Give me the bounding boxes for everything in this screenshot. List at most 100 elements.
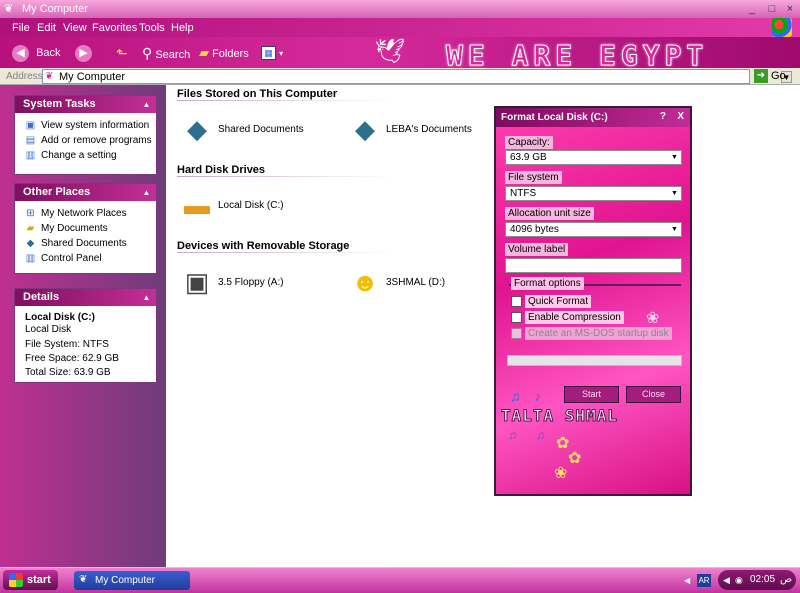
windows-flag-icon — [9, 573, 23, 587]
info-icon: ▣ — [25, 120, 36, 131]
allocation-size-value: 4096 bytes — [510, 224, 559, 235]
search-button[interactable]: ⚲ Search — [142, 44, 190, 62]
dropdown-arrow-icon[interactable]: ▼ — [670, 152, 679, 163]
tray-volume-icon[interactable]: ◉ — [735, 574, 747, 586]
views-dropdown-icon: ▾ — [279, 49, 284, 58]
item-local-disk-c[interactable]: ▬ Local Disk (C:) — [180, 189, 330, 223]
language-indicator[interactable]: AR — [697, 574, 711, 587]
msdos-startup-checkbox[interactable]: Create an MS-DOS startup disk — [511, 327, 672, 340]
clock[interactable]: 02:05 — [750, 570, 775, 590]
start-button[interactable]: start — [3, 570, 58, 590]
place-control-panel[interactable]: ▥ Control Panel — [15, 251, 156, 266]
collapse-chevron-icon[interactable]: ▲ — [141, 99, 152, 110]
dropdown-arrow-icon[interactable]: ▼ — [670, 224, 679, 235]
music-note-icon: ♪ — [534, 388, 541, 404]
task-change-setting[interactable]: ▥ Change a setting — [15, 148, 156, 163]
music-note-icon: ♫ — [510, 388, 521, 404]
place-shared-documents[interactable]: ◆ Shared Documents — [15, 236, 156, 251]
item-label: 3SHMAL (D:) — [386, 277, 446, 288]
back-label: Back — [36, 47, 61, 59]
tray-arrow-icon[interactable]: ◀ — [723, 574, 735, 586]
enable-compression-checkbox[interactable]: Enable Compression — [511, 311, 624, 324]
forward-button[interactable]: ▶ — [75, 44, 92, 62]
menu-view[interactable]: View — [63, 22, 87, 34]
dialog-close-button[interactable]: X — [677, 111, 684, 122]
item-label: Local Disk (C:) — [218, 200, 284, 211]
title-bar[interactable]: ❦ My Computer _ □ × — [0, 0, 800, 18]
shared-folder-icon: ◆ — [187, 114, 207, 144]
detail-total-size: Total Size: 63.9 GB — [25, 367, 111, 378]
system-tasks-header[interactable]: System Tasks ▲ — [15, 96, 156, 113]
item-label: Shared Documents — [218, 124, 304, 135]
collapse-chevron-icon[interactable]: ▲ — [141, 292, 152, 303]
quick-format-checkbox[interactable]: Quick Format — [511, 295, 592, 308]
address-label: Address — [6, 71, 43, 82]
file-system-select[interactable]: NTFS ▼ — [505, 186, 682, 201]
up-folder-icon: ⬑ — [116, 45, 128, 61]
detail-free-space: Free Space: 62.9 GB — [25, 353, 119, 364]
help-button[interactable]: ? — [660, 111, 666, 122]
dove-logo-icon: 🕊 — [374, 38, 406, 65]
dropdown-arrow-icon[interactable]: ▼ — [670, 188, 679, 199]
windows-logo-icon — [772, 18, 792, 37]
section-files-stored: Files Stored on This Computer — [177, 88, 338, 100]
place-label: Shared Documents — [41, 238, 127, 249]
clock-ampm: ص — [780, 574, 793, 585]
volume-label-label: Volume label — [505, 243, 569, 256]
close-button[interactable]: × — [782, 2, 798, 16]
place-my-documents[interactable]: ▰ My Documents — [15, 221, 156, 236]
collapse-chevron-icon[interactable]: ▲ — [141, 187, 152, 198]
minimize-button[interactable]: _ — [744, 2, 760, 16]
allocation-size-select[interactable]: 4096 bytes ▼ — [505, 222, 682, 237]
skin-logo-text: TALTA SHMAL — [501, 406, 618, 426]
menu-edit[interactable]: Edit — [37, 22, 56, 34]
item-leba-documents[interactable]: ◆ LEBA's Documents — [348, 113, 498, 147]
capacity-select[interactable]: 63.9 GB ▼ — [505, 150, 682, 165]
views-button[interactable]: ▦ ▾ — [261, 44, 283, 62]
menu-help[interactable]: Help — [171, 22, 194, 34]
toolbar: ◀ Back ▶ ⬑ ⚲ Search ▰ Folders ▦ ▾ 🕊 WE A… — [0, 37, 800, 73]
go-arrow-icon: ➜ — [754, 69, 768, 83]
volume-label-input[interactable] — [505, 258, 682, 273]
address-value: My Computer — [59, 71, 126, 83]
hard-disk-icon: ▬ — [184, 190, 210, 220]
details-header[interactable]: Details ▲ — [15, 289, 156, 306]
allocation-size-label: Allocation unit size — [505, 207, 594, 220]
item-floppy-a[interactable]: ▣ 3.5 Floppy (A:) — [180, 266, 330, 300]
file-system-value: NTFS — [510, 188, 537, 199]
shared-folder-icon: ◆ — [26, 238, 35, 249]
task-add-remove-programs[interactable]: ▤ Add or remove programs — [15, 133, 156, 148]
go-button[interactable]: ➜ Go — [754, 69, 798, 84]
menu-file[interactable]: File — [12, 22, 30, 34]
task-label: View system information — [41, 120, 150, 131]
taskbar-item-my-computer[interactable]: ❦ My Computer — [74, 571, 190, 590]
back-button[interactable]: ◀ Back — [12, 44, 61, 62]
my-computer-icon: ❦ — [45, 71, 54, 82]
other-places-header[interactable]: Other Places ▲ — [15, 184, 156, 201]
item-shared-documents[interactable]: ◆ Shared Documents — [180, 113, 330, 147]
item-3shmal-d[interactable]: ☻ 3SHMAL (D:) — [348, 266, 498, 300]
forward-arrow-icon: ▶ — [75, 44, 92, 62]
close-dialog-button[interactable]: Close — [626, 386, 681, 403]
format-dialog-title-bar[interactable]: Format Local Disk (C:) ? X — [496, 108, 690, 127]
app-dove-icon: ❦ — [4, 3, 14, 15]
menu-tools[interactable]: Tools — [139, 22, 165, 34]
msdos-startup-label: Create an MS-DOS startup disk — [525, 327, 672, 340]
control-panel-icon: ▥ — [25, 150, 36, 161]
task-view-system-info[interactable]: ▣ View system information — [15, 118, 156, 133]
up-folder-button[interactable]: ⬑ — [116, 44, 128, 62]
place-network[interactable]: ⊞ My Network Places — [15, 206, 156, 221]
programs-icon: ▤ — [25, 135, 36, 146]
quick-format-label: Quick Format — [525, 295, 592, 308]
flower-decoration-icon: ❀ — [554, 465, 568, 482]
menu-favorites[interactable]: Favorites — [92, 22, 137, 34]
music-note-icon: ♫ — [508, 428, 517, 442]
maximize-button[interactable]: □ — [764, 2, 780, 16]
folders-button[interactable]: ▰ Folders — [199, 44, 249, 62]
address-input[interactable]: ❦ My Computer ▼ — [42, 69, 792, 84]
start-format-button[interactable]: Start — [564, 386, 619, 403]
item-label: LEBA's Documents — [386, 124, 472, 135]
format-progress-bar — [507, 355, 682, 366]
show-hidden-icons-icon[interactable]: ◀ — [684, 575, 694, 587]
control-panel-icon: ▥ — [25, 253, 36, 264]
